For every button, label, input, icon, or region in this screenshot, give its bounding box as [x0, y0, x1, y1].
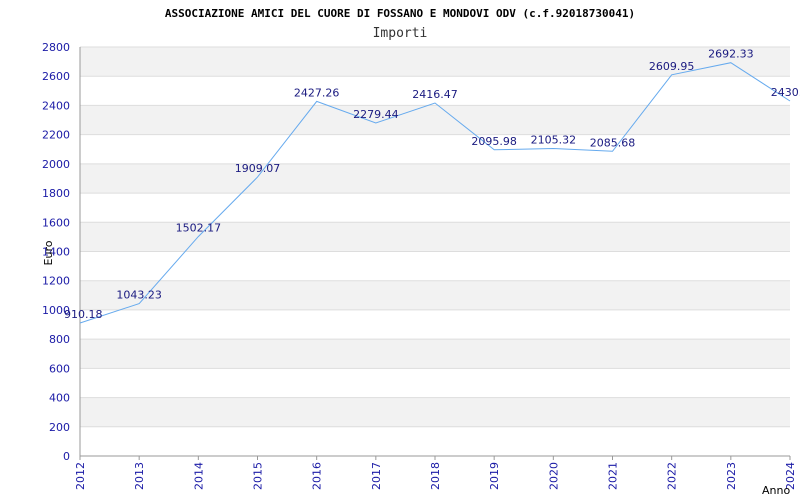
x-tick-2017: 2017: [370, 462, 383, 490]
y-tick-2600: 2600: [42, 70, 70, 83]
chart-subtitle: Importi: [373, 26, 428, 41]
data-label-2015: 1909.07: [235, 162, 281, 175]
y-tick-0: 0: [63, 450, 70, 463]
data-label-2018: 2416.47: [412, 88, 458, 101]
x-tick-2020: 2020: [547, 462, 560, 490]
y-tick-2800: 2800: [42, 41, 70, 54]
band-200: [80, 397, 790, 427]
x-tick-2016: 2016: [311, 462, 324, 490]
y-tick-2000: 2000: [42, 158, 70, 171]
y-tick-2400: 2400: [42, 99, 70, 112]
y-axis-label: Euro: [42, 240, 55, 265]
x-tick-2018: 2018: [429, 462, 442, 490]
band-1000: [80, 280, 790, 310]
y-tick-600: 600: [49, 362, 70, 375]
data-label-2024: 2430.1: [771, 86, 800, 99]
data-label-2014: 1502.17: [176, 222, 222, 235]
x-tick-2012: 2012: [74, 462, 87, 490]
data-label-2013: 1043.23: [116, 289, 162, 302]
x-tick-2013: 2013: [133, 462, 146, 490]
x-tick-2019: 2019: [488, 462, 501, 490]
y-tick-400: 400: [49, 392, 70, 405]
x-tick-labels: 2012 2013 2014 2015 2016 2017 2018 2019 2020 2021…: [74, 462, 797, 490]
data-label-2022: 2609.95: [649, 60, 695, 73]
data-label-2019: 2095.98: [471, 135, 517, 148]
x-axis-label: Anno: [762, 484, 790, 497]
data-label-2017: 2279.44: [353, 108, 399, 121]
chart-title: ASSOCIAZIONE AMICI DEL CUORE DI FOSSANO …: [165, 7, 635, 20]
band-1800: [80, 163, 790, 194]
y-tick-200: 200: [49, 421, 70, 434]
x-tick-2014: 2014: [192, 462, 205, 490]
x-tick-2022: 2022: [666, 462, 679, 490]
data-label-2012: 910.18: [64, 308, 103, 321]
x-tick-2015: 2015: [252, 462, 265, 490]
band-600: [80, 339, 790, 369]
y-tick-1200: 1200: [42, 275, 70, 288]
x-tick-2023: 2023: [725, 462, 738, 490]
data-label-2020: 2105.32: [531, 133, 577, 146]
background-bands: [80, 47, 790, 427]
data-label-2016: 2427.26: [294, 86, 340, 99]
y-tick-1800: 1800: [42, 187, 70, 200]
band-2200: [80, 105, 790, 135]
x-tick-2021: 2021: [607, 462, 620, 490]
y-tick-1600: 1600: [42, 216, 70, 229]
y-tick-800: 800: [49, 333, 70, 346]
line-chart: ASSOCIAZIONE AMICI DEL CUORE DI FOSSANO …: [42, 7, 800, 497]
y-tick-2200: 2200: [42, 129, 70, 142]
data-label-2023: 2692.33: [708, 48, 754, 61]
data-label-2021: 2085.68: [590, 136, 636, 149]
